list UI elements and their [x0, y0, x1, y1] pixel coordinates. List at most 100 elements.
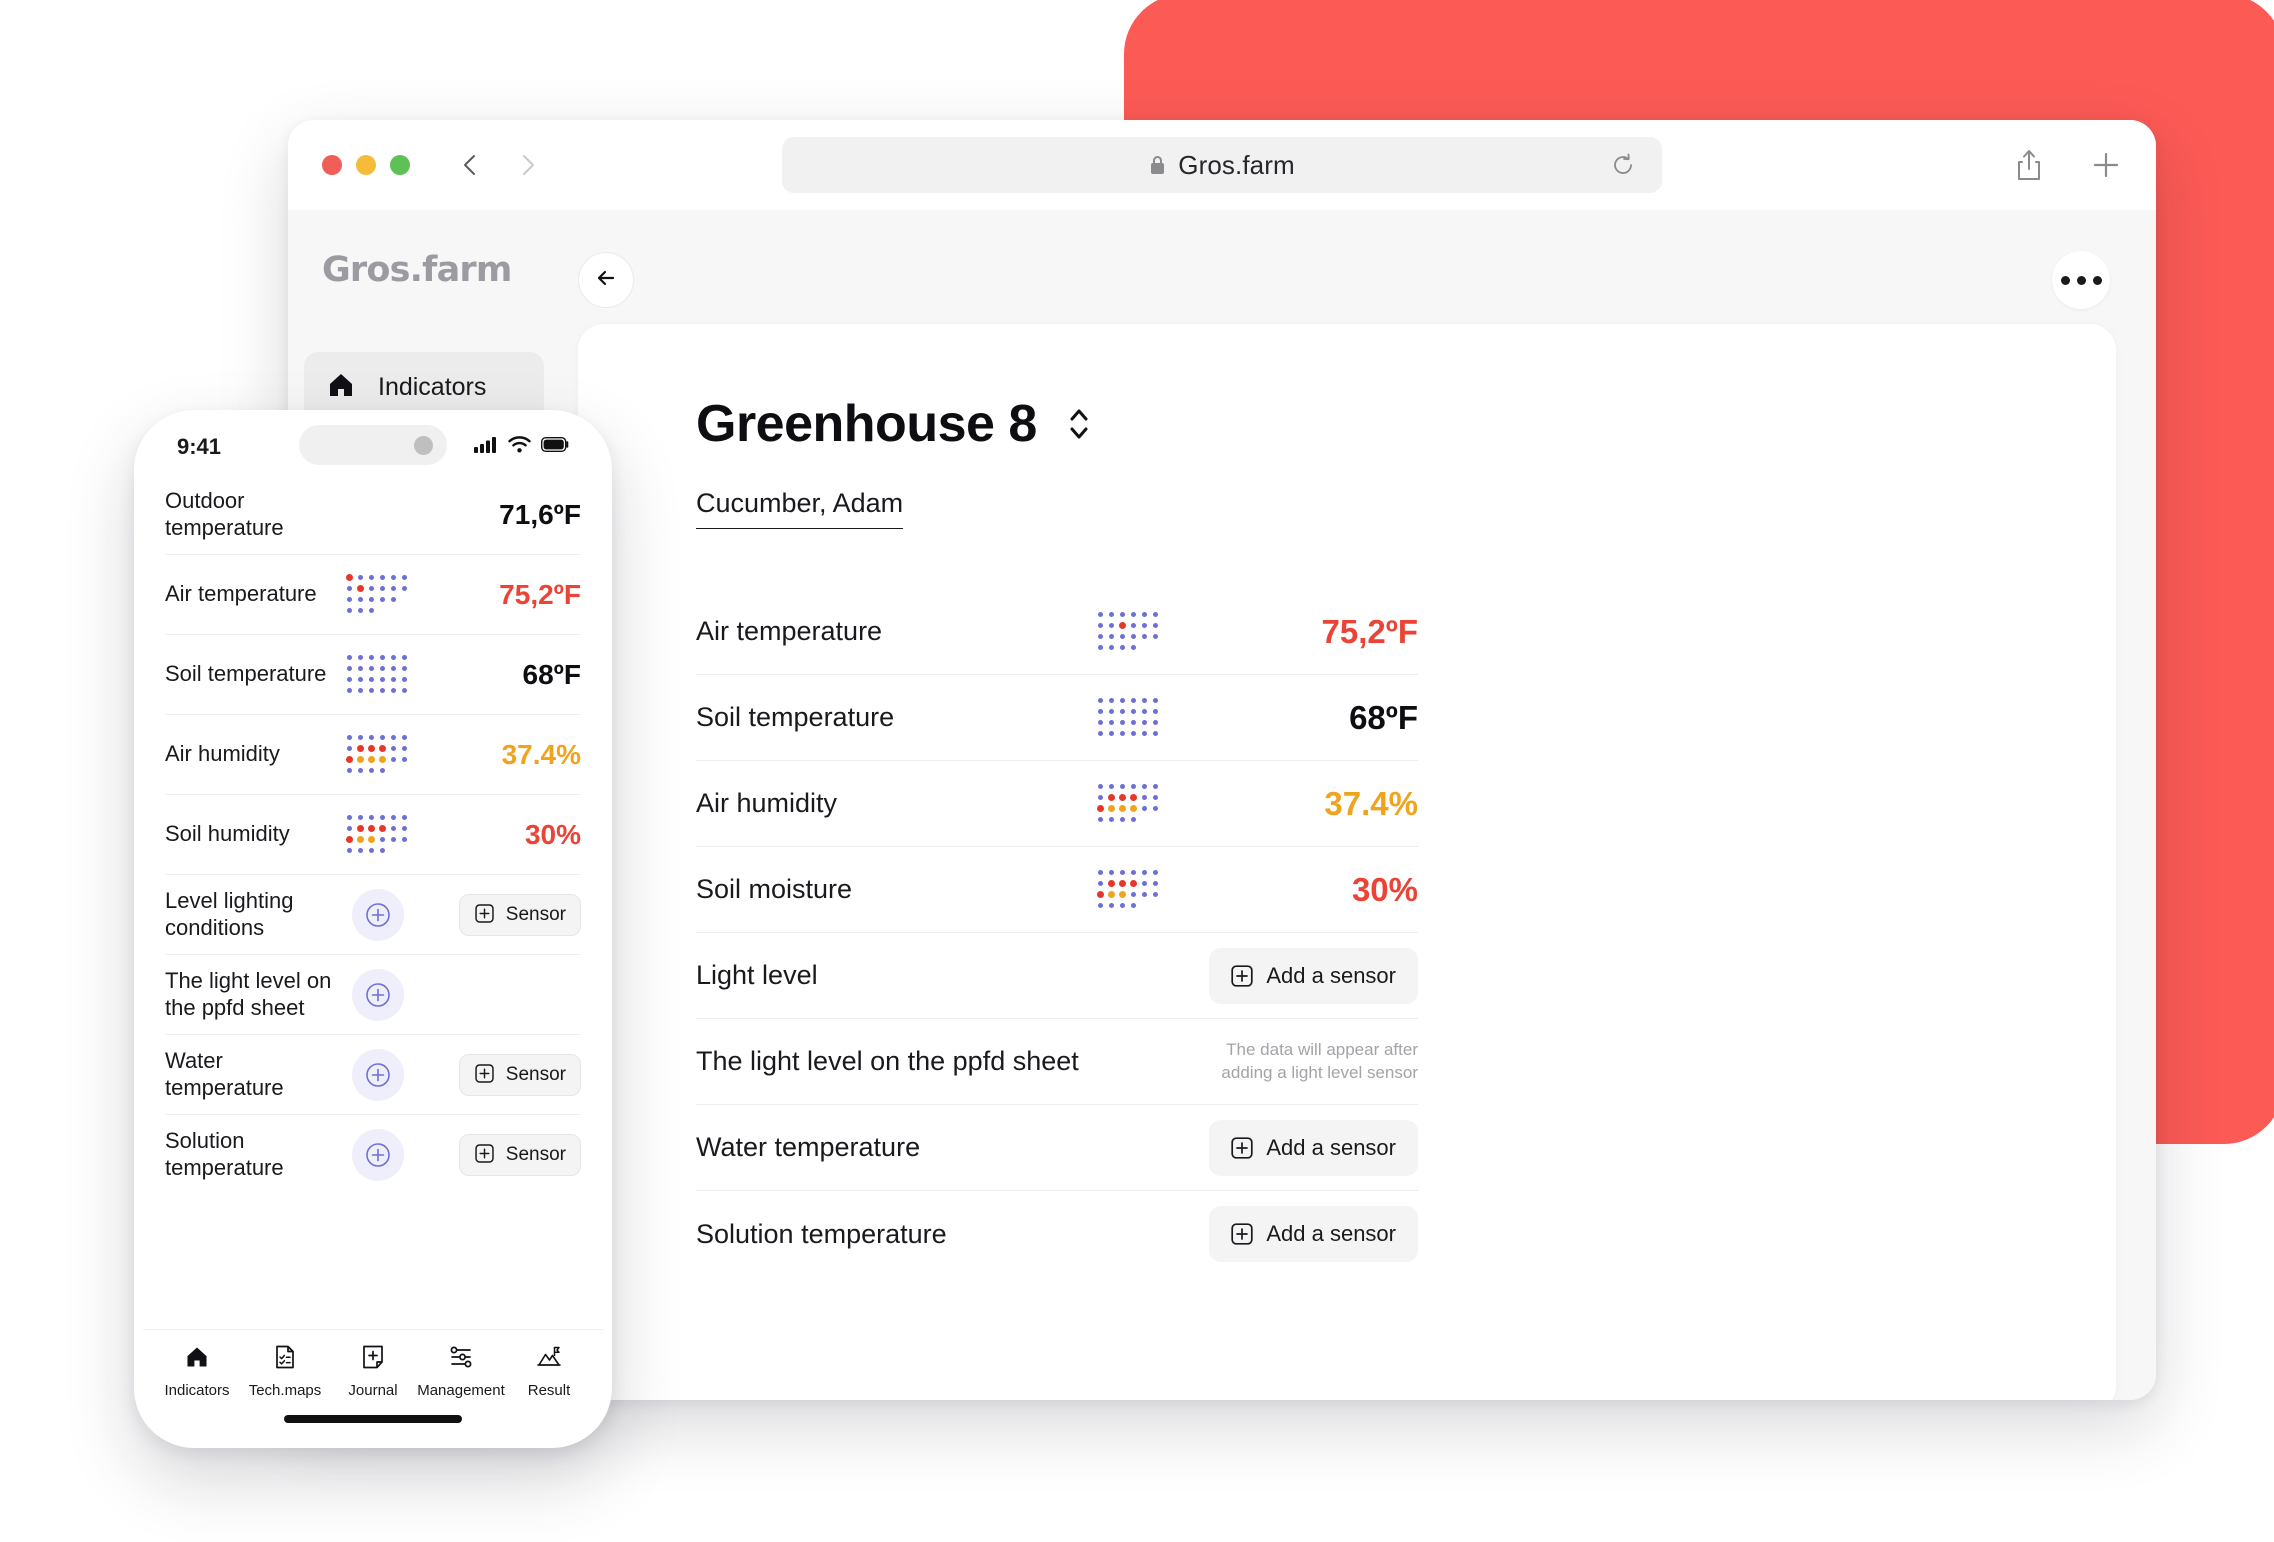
- row-value: 68ºF: [1349, 698, 1418, 736]
- row-value: 75,2ºF: [1321, 612, 1418, 650]
- tab-indicators[interactable]: Indicators: [155, 1344, 239, 1399]
- back-button[interactable]: [578, 252, 634, 308]
- crop-label[interactable]: Cucumber, Adam: [696, 488, 904, 529]
- row-label: Air temperature: [165, 581, 317, 607]
- row-value: 30%: [1351, 870, 1418, 908]
- dynamic-island: [299, 425, 447, 465]
- list-item[interactable]: Air temperature 75,2ºF: [165, 555, 581, 635]
- list-item[interactable]: Soil temperature 68ºF: [165, 635, 581, 715]
- row-value: 37.4%: [501, 738, 581, 770]
- document-check-icon: [272, 1344, 298, 1375]
- table-row[interactable]: Soil moisture 30%: [696, 847, 1418, 933]
- home-indicator: [284, 1415, 462, 1423]
- add-sensor-button[interactable]: Sensor: [458, 1053, 581, 1096]
- row-label: Water temperature: [696, 1132, 921, 1162]
- list-item[interactable]: Solution temperature Sensor: [165, 1115, 581, 1195]
- table-row[interactable]: Light level Add a sensor: [696, 933, 1418, 1019]
- add-circle-button[interactable]: [352, 968, 404, 1021]
- plus-square-icon: [1231, 1136, 1254, 1159]
- row-label: Soil humidity: [165, 821, 290, 847]
- status-time: 9:41: [177, 434, 222, 459]
- arrow-left-icon: [593, 265, 619, 296]
- table-row[interactable]: Water temperature Add a sensor: [696, 1105, 1418, 1191]
- tab-management[interactable]: Management: [417, 1344, 505, 1399]
- tab-tech-maps[interactable]: Tech.maps: [243, 1344, 327, 1399]
- sidebar-item-label: Indicators: [378, 372, 487, 401]
- list-item[interactable]: The light level on the ppfd sheet: [165, 955, 581, 1035]
- tab-journal[interactable]: Journal: [331, 1344, 415, 1399]
- table-row[interactable]: Air humidity 37.4%: [696, 761, 1418, 847]
- row-value: 71,6ºF: [499, 498, 581, 530]
- table-row[interactable]: Air temperature 75,2ºF: [696, 589, 1418, 675]
- front-camera-icon: [414, 435, 433, 455]
- address-bar[interactable]: Gros.farm: [782, 137, 1662, 193]
- window-traffic-lights[interactable]: [322, 155, 410, 175]
- add-circle-button[interactable]: [352, 888, 404, 941]
- lock-icon: [1149, 155, 1166, 176]
- list-item[interactable]: Level lighting conditions Sensor: [165, 875, 581, 955]
- dot-matrix-icon: [347, 654, 409, 695]
- add-sensor-label: Sensor: [505, 1063, 566, 1085]
- add-sensor-label: Add a sensor: [1266, 1134, 1396, 1160]
- share-icon[interactable]: [2014, 148, 2044, 182]
- add-sensor-button[interactable]: Sensor: [458, 893, 581, 936]
- forward-icon[interactable]: [514, 152, 540, 178]
- row-indicator: [1098, 611, 1268, 652]
- document-plus-icon: [360, 1344, 386, 1375]
- list-item[interactable]: Outdoor temperature 71,6ºF: [165, 475, 581, 555]
- add-circle-button[interactable]: [352, 1129, 404, 1181]
- url-text: Gros.farm: [1178, 149, 1295, 180]
- row-indicator: [335, 573, 421, 615]
- row-label: The light level on the ppfd sheet: [165, 967, 332, 1020]
- list-item[interactable]: Air humidity 37.4%: [165, 715, 581, 795]
- row-label: Soil moisture: [696, 874, 853, 904]
- row-value: 30%: [524, 818, 581, 850]
- row-indicator: [335, 888, 421, 941]
- dot-matrix-icon: [346, 734, 409, 775]
- table-row[interactable]: The light level on the ppfd sheet The da…: [696, 1019, 1418, 1105]
- tab-label: Result: [527, 1382, 571, 1399]
- row-indicator: [335, 968, 421, 1021]
- browser-toolbar-right: [2014, 148, 2122, 182]
- add-sensor-button[interactable]: Sensor: [458, 1134, 581, 1176]
- reload-icon[interactable]: [1610, 152, 1636, 178]
- add-circle-button[interactable]: [352, 1048, 404, 1101]
- row-label: Air humidity: [165, 741, 280, 767]
- row-label: Level lighting conditions: [165, 887, 294, 940]
- add-sensor-button[interactable]: Add a sensor: [1209, 1206, 1418, 1262]
- table-row[interactable]: Solution temperature Add a sensor: [696, 1191, 1418, 1277]
- close-window-button[interactable]: [322, 155, 342, 175]
- row-indicator: [1098, 697, 1268, 738]
- home-icon: [326, 370, 356, 405]
- add-sensor-label: Sensor: [505, 1144, 566, 1165]
- indicator-rows: Air temperature 75,2ºF Soil temperature …: [696, 589, 1418, 1277]
- row-indicator: [335, 734, 421, 775]
- zoom-window-button[interactable]: [390, 155, 410, 175]
- brand-logo: Gros.farm: [322, 250, 512, 290]
- tab-result[interactable]: Result: [507, 1344, 591, 1399]
- table-row[interactable]: Soil temperature 68ºF: [696, 675, 1418, 761]
- more-options-button[interactable]: [2052, 251, 2110, 309]
- minimize-window-button[interactable]: [356, 155, 376, 175]
- phone-status-bar: 9:41: [143, 419, 603, 475]
- add-sensor-label: Add a sensor: [1266, 962, 1396, 988]
- row-hint: The data will appear after adding a ligh…: [1221, 1039, 1418, 1082]
- tab-label: Indicators: [164, 1382, 230, 1399]
- plus-square-icon: [474, 1144, 496, 1166]
- list-item[interactable]: Soil humidity 30%: [165, 795, 581, 875]
- add-sensor-label: Sensor: [505, 903, 566, 925]
- wifi-icon: [508, 436, 531, 458]
- add-sensor-button[interactable]: Add a sensor: [1209, 1119, 1418, 1176]
- back-icon[interactable]: [458, 152, 484, 178]
- list-item[interactable]: Water temperature Sensor: [165, 1035, 581, 1115]
- phone-mockup: 9:41 Outdoor temperature 71,6ºF Air temp…: [134, 410, 612, 1448]
- row-value: 37.4%: [1324, 784, 1418, 822]
- row-label: Outdoor temperature: [165, 487, 284, 540]
- new-tab-icon[interactable]: [2090, 149, 2122, 181]
- row-label: Soil temperature: [696, 702, 895, 732]
- dot-matrix-icon: [346, 814, 409, 855]
- chevron-up-down-icon[interactable]: [1065, 403, 1093, 445]
- row-indicator: [335, 1048, 421, 1101]
- browser-toolbar: Gros.farm: [288, 120, 2156, 210]
- add-sensor-button[interactable]: Add a sensor: [1209, 947, 1418, 1004]
